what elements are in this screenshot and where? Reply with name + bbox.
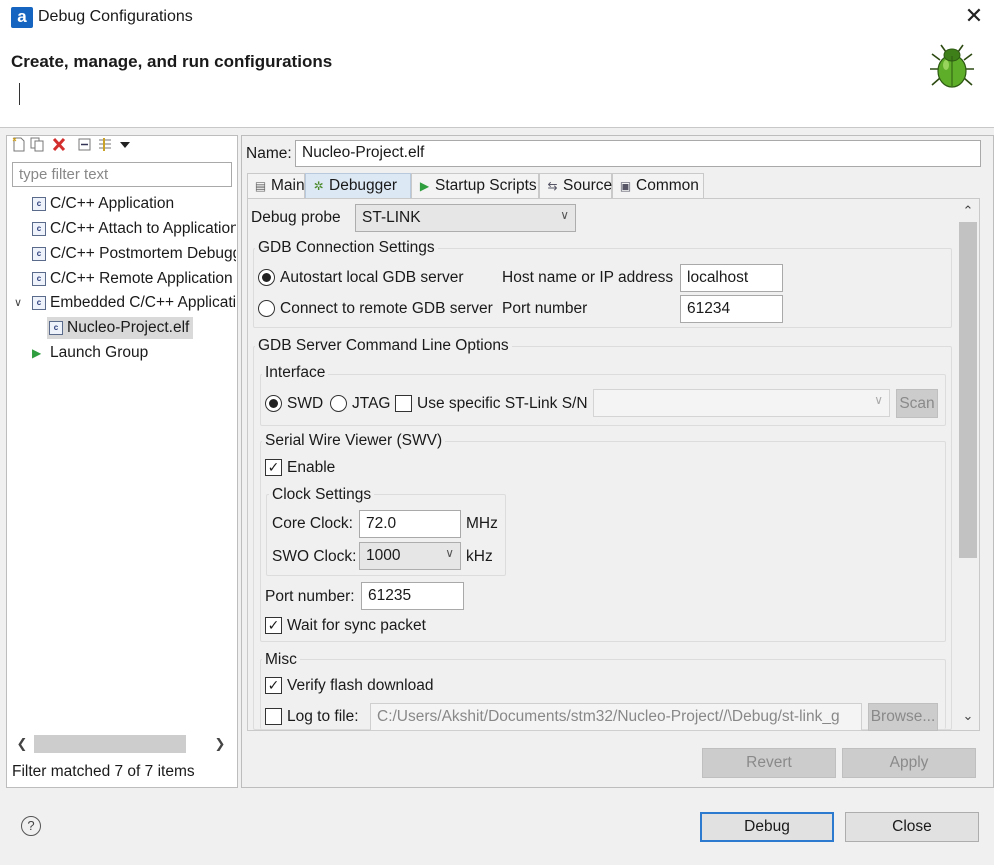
view-menu-chevron-down-icon[interactable] <box>118 137 132 152</box>
log-to-file-checkbox[interactable] <box>265 708 282 725</box>
scrollbar-thumb[interactable] <box>34 735 186 753</box>
connect-remote-radio[interactable] <box>258 300 275 317</box>
chevron-down-icon: ∨ <box>874 393 883 407</box>
debug-button[interactable]: Debug <box>700 812 834 842</box>
verify-flash-checkbox[interactable]: ✓ <box>265 677 282 694</box>
swv-enable-checkbox[interactable]: ✓ <box>265 459 282 476</box>
wait-sync-checkbox[interactable]: ✓ <box>265 617 282 634</box>
specific-sn-label: Use specific ST-Link S/N <box>417 395 588 412</box>
tree-item-cpp-postmortem[interactable]: c C/C++ Postmortem Debugger <box>31 243 236 265</box>
chevron-down-icon: ∨ <box>445 546 454 560</box>
log-to-file-label: Log to file: <box>287 708 359 725</box>
launch-group-icon: ▶ <box>32 346 42 360</box>
tab-debugger[interactable]: ✲ Debugger <box>305 173 411 198</box>
host-input[interactable]: localhost <box>680 264 783 292</box>
core-clock-input[interactable]: 72.0 <box>359 510 461 538</box>
run-icon: ▶ <box>419 179 430 193</box>
config-icon: c <box>49 321 63 335</box>
specific-sn-checkbox[interactable] <box>395 395 412 412</box>
interface-title: Interface <box>262 364 329 382</box>
port-label: Port number <box>502 300 588 317</box>
gdb-server-options-title: GDB Server Command Line Options <box>255 337 512 355</box>
gdb-connection-title: GDB Connection Settings <box>255 239 438 257</box>
config-type-icon: c <box>32 197 46 211</box>
port-input[interactable]: 61234 <box>680 295 783 323</box>
dialog-header <box>0 36 999 128</box>
filter-status: Filter matched 7 of 7 items <box>12 763 195 780</box>
debug-bug-icon: ✲ <box>313 179 324 193</box>
tab-common[interactable]: ▣ Common <box>612 173 704 198</box>
header-title: Create, manage, and run configurations <box>11 52 333 71</box>
filter-icon[interactable] <box>98 137 112 152</box>
close-window-icon[interactable]: ✕ <box>960 4 988 30</box>
config-type-icon: c <box>32 222 46 236</box>
sn-select[interactable]: ∨ <box>593 389 890 417</box>
swd-label: SWD <box>287 395 324 412</box>
chevron-down-icon: ∨ <box>560 208 569 222</box>
autostart-radio[interactable] <box>258 269 275 286</box>
swo-clock-unit: kHz <box>466 548 493 565</box>
tab-source[interactable]: ⇆ Source <box>539 173 612 198</box>
scroll-up-icon[interactable]: ⌃ <box>959 203 977 219</box>
browse-button[interactable]: Browse... <box>868 703 938 731</box>
bug-icon <box>930 44 974 88</box>
clock-settings-title: Clock Settings <box>269 486 375 504</box>
scan-button[interactable]: Scan <box>896 389 938 418</box>
scroll-down-icon[interactable]: ⌄ <box>959 708 977 724</box>
app-icon: a <box>11 7 33 28</box>
verify-flash-label: Verify flash download <box>287 677 434 694</box>
source-icon: ⇆ <box>547 179 558 193</box>
scroll-left-icon[interactable]: ❮ <box>14 736 30 752</box>
tree-item-embedded-cpp[interactable]: ∨ c Embedded C/C++ Application <box>14 292 236 314</box>
debug-probe-label: Debug probe <box>251 209 341 226</box>
swv-title: Serial Wire Viewer (SWV) <box>262 432 446 450</box>
config-type-icon: c <box>32 247 46 261</box>
tree-item-launch-group[interactable]: ▶ Launch Group <box>31 342 236 364</box>
filter-input[interactable] <box>12 162 232 187</box>
text-cursor <box>19 83 20 105</box>
misc-title: Misc <box>262 651 300 669</box>
name-label: Name: <box>246 145 292 162</box>
config-type-icon: c <box>32 296 46 310</box>
swo-clock-select[interactable]: 1000 ∨ <box>359 542 461 570</box>
collapse-all-icon[interactable] <box>78 137 92 152</box>
new-config-icon[interactable] <box>12 137 26 152</box>
delete-icon[interactable] <box>52 137 66 152</box>
swo-clock-label: SWO Clock: <box>272 548 357 565</box>
autostart-label: Autostart local GDB server <box>280 269 464 286</box>
tree-item-cpp-application[interactable]: c C/C++ Application <box>31 193 236 215</box>
window-title: Debug Configurations <box>38 8 193 25</box>
core-clock-unit: MHz <box>466 515 498 532</box>
scroll-right-icon[interactable]: ❯ <box>212 736 228 752</box>
debug-probe-select[interactable]: ST-LINK ∨ <box>355 204 576 232</box>
tree-item-nucleo-project[interactable]: c Nucleo-Project.elf <box>47 317 193 339</box>
tree-item-cpp-attach[interactable]: c C/C++ Attach to Application <box>31 218 236 240</box>
common-icon: ▣ <box>619 179 632 193</box>
tab-startup-scripts[interactable]: ▶ Startup Scripts <box>411 173 539 198</box>
swv-port-label: Port number: <box>265 588 355 605</box>
jtag-label: JTAG <box>352 395 391 412</box>
log-path-input[interactable]: C:/Users/Akshit/Documents/stm32/Nucleo-P… <box>370 703 862 731</box>
wait-sync-label: Wait for sync packet <box>287 617 426 634</box>
document-icon: ▤ <box>254 179 267 193</box>
duplicate-icon[interactable] <box>30 137 44 152</box>
connect-remote-label: Connect to remote GDB server <box>280 300 493 317</box>
swd-radio[interactable] <box>265 395 282 412</box>
jtag-radio[interactable] <box>330 395 347 412</box>
scrollbar-thumb[interactable] <box>959 222 977 558</box>
host-label: Host name or IP address <box>502 269 674 286</box>
swv-port-input[interactable]: 61235 <box>361 582 464 610</box>
help-icon[interactable]: ? <box>21 816 41 836</box>
tab-main[interactable]: ▤ Main <box>247 173 305 198</box>
config-type-icon: c <box>32 272 46 286</box>
name-input[interactable]: Nucleo-Project.elf <box>295 140 981 167</box>
expand-chevron-icon[interactable]: ∨ <box>14 292 22 314</box>
revert-button[interactable]: Revert <box>702 748 836 778</box>
window-edge <box>994 0 999 865</box>
close-button[interactable]: Close <box>845 812 979 842</box>
core-clock-label: Core Clock: <box>272 515 353 532</box>
tree-item-cpp-remote[interactable]: c C/C++ Remote Application <box>31 268 236 290</box>
apply-button[interactable]: Apply <box>842 748 976 778</box>
swv-enable-label: Enable <box>287 459 336 476</box>
